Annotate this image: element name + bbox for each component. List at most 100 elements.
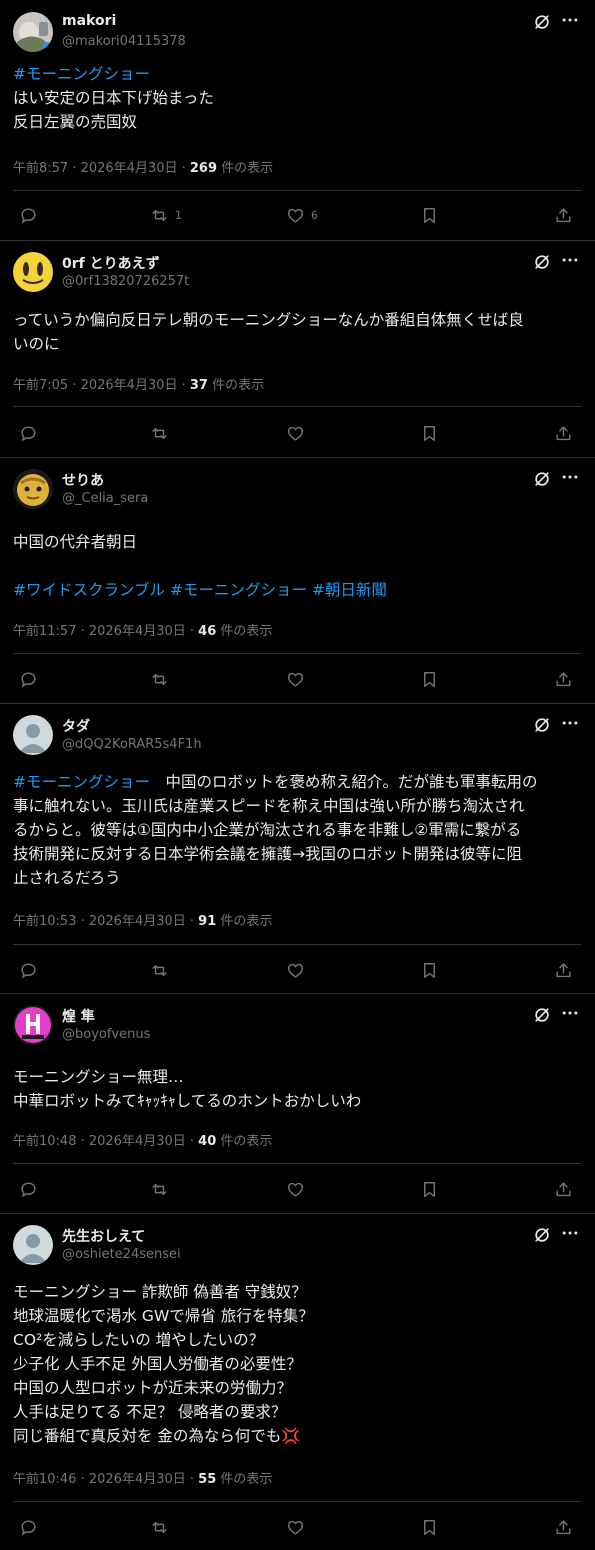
author-name[interactable]: makori bbox=[62, 13, 116, 29]
share-button[interactable] bbox=[554, 1517, 573, 1537]
divider bbox=[13, 406, 581, 407]
grok-icon[interactable] bbox=[532, 252, 552, 272]
like-button[interactable] bbox=[286, 960, 311, 980]
repost-button[interactable] bbox=[150, 1517, 175, 1537]
like-button[interactable] bbox=[286, 669, 311, 689]
text-segment: CO²を減らしたいの 増やしたいの？ bbox=[13, 1331, 265, 1349]
author-handle[interactable]: @makori04115378 bbox=[62, 34, 186, 49]
like-button[interactable]: 6 bbox=[286, 205, 318, 225]
author-name[interactable]: 煌 隼 bbox=[62, 1006, 95, 1026]
post-text-line: #モーニングショー 中国のロボットを褒め称え紹介。だが誰も軍事転用の bbox=[13, 770, 581, 794]
bookmark-icon bbox=[420, 1518, 439, 1537]
timestamp[interactable]: 午前7:05 · 2026年4月30日 · bbox=[13, 378, 190, 393]
avatar[interactable] bbox=[13, 1225, 53, 1265]
reply-post[interactable]: 煌 隼 @boyofvenus モーニングショー無理… 中華ロボットみてｷｬｯｷｬして… bbox=[0, 993, 595, 1213]
author-name[interactable]: タダ bbox=[62, 716, 90, 736]
reply-button[interactable] bbox=[19, 1517, 38, 1537]
post-text-line: るからと。彼等は①国内中小企業が淘汰される事を非難し②軍需に繋がる bbox=[13, 818, 581, 842]
timestamp[interactable]: 午前8:57 · 2026年4月30日 · bbox=[13, 161, 190, 176]
bookmark-icon bbox=[420, 206, 439, 225]
hashtag-link[interactable]: #モーニングショー bbox=[13, 773, 150, 791]
share-icon bbox=[554, 1518, 573, 1537]
timestamp[interactable]: 午前11:57 · 2026年4月30日 · bbox=[13, 624, 198, 639]
share-button[interactable] bbox=[554, 669, 573, 689]
author-name[interactable]: 0rf とりあえず bbox=[62, 253, 160, 273]
more-options-icon[interactable] bbox=[560, 10, 580, 30]
share-button[interactable] bbox=[554, 1179, 573, 1199]
post-text-line: 地球温暖化で渇水 GWで帰省 旅行を特集？ bbox=[13, 1304, 581, 1328]
like-button[interactable] bbox=[286, 1517, 311, 1537]
bookmark-button[interactable] bbox=[420, 423, 439, 443]
avatar[interactable] bbox=[13, 469, 53, 509]
like-button[interactable] bbox=[286, 1179, 311, 1199]
hashtag-link[interactable]: #ワイドスクランブル bbox=[13, 581, 165, 599]
grok-icon[interactable] bbox=[532, 469, 552, 489]
share-button[interactable] bbox=[554, 423, 573, 443]
bookmark-button[interactable] bbox=[420, 205, 439, 225]
more-options-icon[interactable] bbox=[560, 250, 580, 270]
post-text-line: 中華ロボットみてｷｬｯｷｬしてるのホントおかしいわ bbox=[13, 1089, 581, 1113]
grok-icon[interactable] bbox=[532, 1225, 552, 1245]
post-text-line: 事に触れない。玉川氏は産業スピードを称え中国は強い所が勝ち淘汰され bbox=[13, 794, 581, 818]
more-options-icon[interactable] bbox=[560, 1223, 580, 1243]
repost-button[interactable] bbox=[150, 960, 175, 980]
reply-button[interactable] bbox=[19, 205, 38, 225]
author-handle[interactable]: @_Celia_sera bbox=[62, 491, 148, 506]
share-button[interactable] bbox=[554, 960, 573, 980]
timestamp[interactable]: 午前10:53 · 2026年4月30日 · bbox=[13, 914, 198, 929]
bookmark-button[interactable] bbox=[420, 960, 439, 980]
post-meta: 午前10:53 · 2026年4月30日 · 91 件の表示 bbox=[13, 910, 272, 929]
text-segment: 少子化 人手不足 外国人労働者の必要性？ bbox=[13, 1355, 302, 1373]
heart-icon bbox=[286, 206, 305, 225]
reply-post[interactable]: 0rf とりあえず @0rf13820726257t っていうか偏向反日テレ朝のモー… bbox=[0, 240, 595, 457]
reply-button[interactable] bbox=[19, 669, 38, 689]
repost-button[interactable]: 1 bbox=[150, 205, 182, 225]
text-segment: 中国の代弁者朝日 bbox=[13, 533, 138, 551]
grok-icon[interactable] bbox=[532, 1005, 552, 1025]
reply-button[interactable] bbox=[19, 1179, 38, 1199]
reply-post[interactable]: 先生おしえて @oshiete24sensei モーニングショー 詐欺師 偽善者 守… bbox=[0, 1213, 595, 1550]
avatar[interactable] bbox=[13, 252, 53, 292]
author-name[interactable]: 先生おしえて bbox=[62, 1226, 145, 1246]
like-button[interactable] bbox=[286, 423, 311, 443]
heart-icon bbox=[286, 1518, 305, 1537]
author-handle[interactable]: @dQQ2KoRAR5s4F1h bbox=[62, 737, 202, 752]
text-segment: 中国のロボットを褒め称え紹介。だが誰も軍事転用の bbox=[150, 773, 538, 791]
repost-icon bbox=[150, 1518, 169, 1537]
reply-button[interactable] bbox=[19, 423, 38, 443]
more-options-icon[interactable] bbox=[560, 1003, 580, 1023]
bookmark-button[interactable] bbox=[420, 669, 439, 689]
reply-icon bbox=[19, 424, 38, 443]
reply-post[interactable]: makori @makori04115378 #モーニングショー はい安定の日本下げ始… bbox=[0, 0, 595, 240]
post-meta: 午前7:05 · 2026年4月30日 · 37 件の表示 bbox=[13, 374, 264, 393]
avatar[interactable] bbox=[13, 715, 53, 755]
more-options-icon[interactable] bbox=[560, 713, 580, 733]
repost-button[interactable] bbox=[150, 1179, 175, 1199]
post-meta: 午前11:57 · 2026年4月30日 · 46 件の表示 bbox=[13, 620, 272, 639]
post-text-line: モーニングショー 詐欺師 偽善者 守銭奴？ bbox=[13, 1280, 581, 1304]
grok-icon[interactable] bbox=[532, 12, 552, 32]
reply-button[interactable] bbox=[19, 960, 38, 980]
bookmark-button[interactable] bbox=[420, 1517, 439, 1537]
reply-post[interactable]: せりあ @_Celia_sera 中国の代弁者朝日 #ワイドスクランブル #モーニング… bbox=[0, 457, 595, 703]
timestamp[interactable]: 午前10:46 · 2026年4月30日 · bbox=[13, 1472, 198, 1487]
hashtag-link[interactable]: #朝日新聞 bbox=[312, 581, 387, 599]
bookmark-button[interactable] bbox=[420, 1179, 439, 1199]
more-options-icon[interactable] bbox=[560, 467, 580, 487]
hashtag-link[interactable]: #モーニングショー bbox=[13, 65, 150, 83]
avatar[interactable] bbox=[13, 1005, 53, 1045]
author-name[interactable]: せりあ bbox=[62, 470, 104, 490]
author-handle[interactable]: @boyofvenus bbox=[62, 1027, 150, 1042]
timestamp[interactable]: 午前10:48 · 2026年4月30日 · bbox=[13, 1134, 198, 1149]
grok-icon[interactable] bbox=[532, 715, 552, 735]
author-handle[interactable]: @oshiete24sensei bbox=[62, 1247, 181, 1262]
post-text-line: 人手は足りてる 不足？ 侵略者の要求？ bbox=[13, 1400, 581, 1424]
reply-post[interactable]: タダ @dQQ2KoRAR5s4F1h #モーニングショー 中国のロボットを褒め称え… bbox=[0, 703, 595, 993]
share-button[interactable] bbox=[554, 205, 573, 225]
author-handle[interactable]: @0rf13820726257t bbox=[62, 274, 189, 289]
repost-button[interactable] bbox=[150, 423, 175, 443]
repost-button[interactable] bbox=[150, 669, 175, 689]
hashtag-link[interactable]: #モーニングショー bbox=[170, 581, 307, 599]
avatar[interactable] bbox=[13, 12, 53, 52]
post-text-line: 同じ番組で真反対を 金の為なら何でも💢 bbox=[13, 1424, 581, 1448]
